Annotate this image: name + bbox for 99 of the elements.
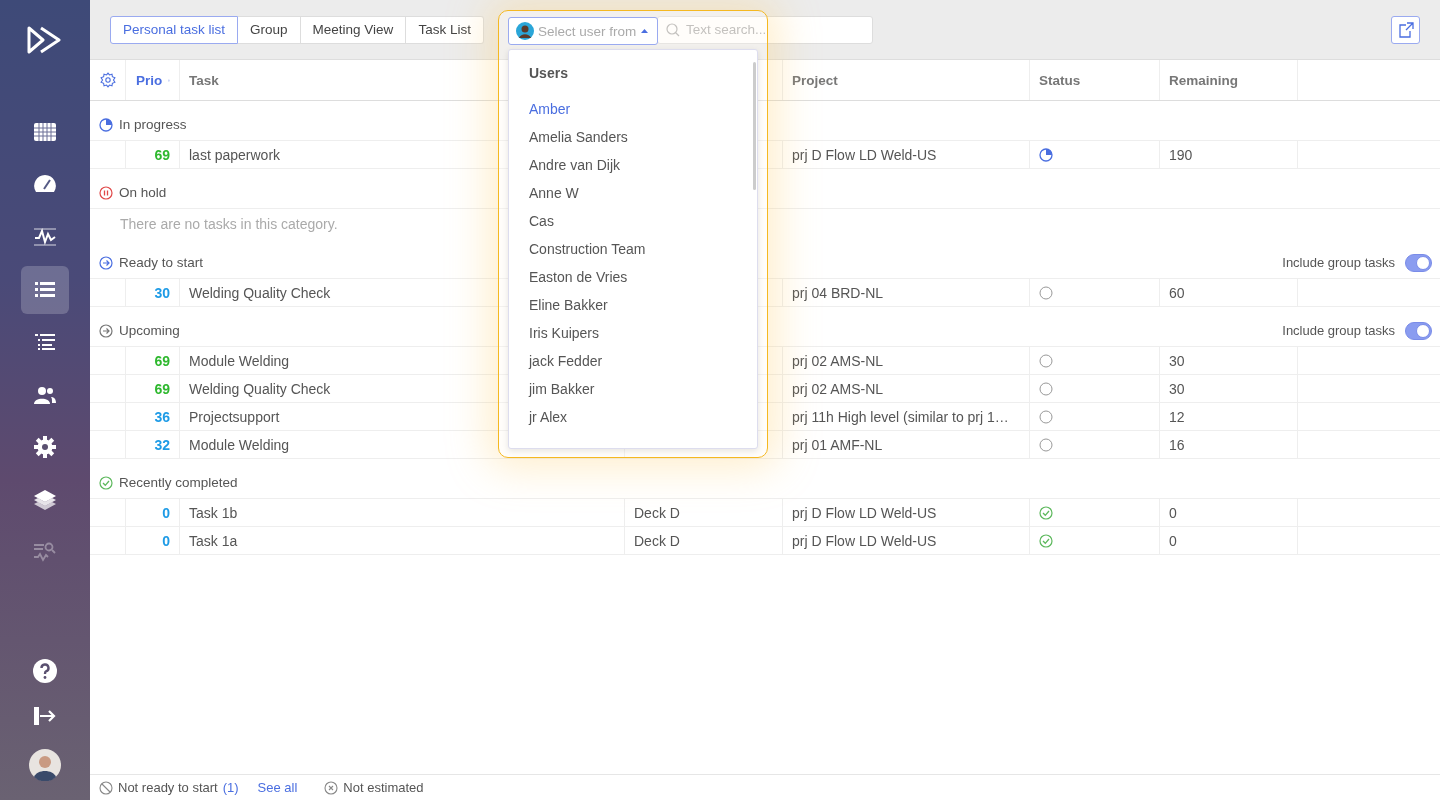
task-name[interactable]: Module Welding	[189, 436, 290, 453]
task-name[interactable]: Projectsupport	[189, 408, 280, 425]
user-option[interactable]: jim Bakker	[529, 375, 595, 403]
priority-value: 32	[154, 436, 170, 453]
user-option[interactable]: Construction Team	[529, 235, 646, 263]
user-option[interactable]: Eline Bakker	[529, 291, 608, 319]
view-tab[interactable]: Meeting View	[300, 15, 407, 44]
layers-icon	[34, 488, 56, 511]
priority-value: 0	[162, 504, 170, 521]
user-option[interactable]: jack Fedder	[529, 347, 603, 375]
task-name[interactable]: last paperwork	[189, 146, 281, 163]
project-name: prj 02 AMS-NL	[792, 352, 884, 369]
check-circle-icon	[99, 475, 113, 490]
project-name: prj 04 BRD-NL	[792, 284, 884, 301]
priority-value: 0	[162, 532, 170, 549]
remaining-value: 190	[1169, 146, 1193, 163]
nav-item[interactable]	[21, 265, 69, 314]
search-pulse-icon	[34, 542, 56, 562]
x-circle-icon	[324, 780, 339, 795]
arrow-circle-icon	[99, 323, 113, 338]
view-tab[interactable]: Personal task list	[110, 15, 239, 44]
column-header[interactable]: Status	[1039, 72, 1081, 88]
fast-forward-logo-icon[interactable]	[27, 26, 63, 54]
task-name[interactable]: Welding Quality Check	[189, 284, 331, 301]
see-all-link[interactable]: See all	[257, 780, 298, 795]
caret-icon	[641, 29, 648, 33]
section-title: On hold	[119, 185, 167, 200]
remaining-value: 12	[1169, 408, 1185, 425]
remaining-value: 30	[1169, 380, 1185, 397]
search-icon	[665, 22, 680, 37]
open-external-icon	[1397, 21, 1414, 38]
dropdown-heading: Users	[529, 65, 569, 81]
priority-value: 36	[154, 408, 170, 425]
user-option[interactable]: Amelia Sanders	[529, 123, 628, 151]
open-external-button[interactable]	[1391, 15, 1420, 44]
gauge-icon	[34, 174, 56, 195]
table-cell: Deck D	[634, 532, 680, 549]
user-option[interactable]: Anne W	[529, 179, 579, 207]
user-option[interactable]: jr Alex	[529, 403, 568, 431]
task-name[interactable]: Module Welding	[189, 352, 290, 369]
grid-icon	[34, 123, 56, 141]
column-header[interactable]: Task	[189, 72, 219, 88]
project-name: prj D Flow LD Weld-US	[792, 146, 937, 163]
avatar	[516, 22, 534, 40]
priority-value: 30	[154, 284, 170, 301]
logout-icon[interactable]	[34, 707, 56, 725]
column-header[interactable]: Prio	[136, 72, 163, 88]
remaining-value: 0	[1169, 532, 1177, 549]
column-header[interactable]: Remaining	[1169, 72, 1238, 88]
pause-icon	[99, 185, 113, 200]
task-name[interactable]: Task 1b	[189, 504, 238, 521]
count: (1)	[222, 780, 239, 795]
remaining-value: 60	[1169, 284, 1185, 301]
settings-icon[interactable]	[99, 72, 116, 88]
user-option[interactable]: Easton de Vries	[529, 263, 628, 291]
settings-icon	[34, 436, 56, 458]
task-name[interactable]: Welding Quality Check	[189, 380, 331, 397]
user-select[interactable]: Select user from	[508, 17, 658, 45]
priority-value: 69	[154, 352, 170, 369]
section-title: Upcoming	[119, 323, 180, 338]
section-title: Recently completed	[119, 475, 238, 490]
arrow-circle-icon	[99, 255, 113, 270]
table-cell: Deck D	[634, 504, 680, 521]
priority-value: 69	[154, 146, 170, 163]
section-title: In progress	[119, 117, 187, 132]
include-group-tasks-toggle[interactable]	[1405, 321, 1432, 340]
progress-pie-icon	[99, 117, 113, 132]
column-header[interactable]: Project	[792, 72, 838, 88]
help-icon[interactable]	[33, 659, 57, 683]
priority-value: 69	[154, 380, 170, 397]
project-name: prj D Flow LD Weld-US	[792, 504, 937, 521]
user-option[interactable]: Iris Kuipers	[529, 319, 600, 347]
toggle-label: Include group tasks	[1282, 323, 1395, 338]
user-option[interactable]: Cas	[529, 207, 554, 235]
section-title: Ready to start	[119, 255, 204, 270]
task-name[interactable]: Task 1a	[189, 532, 238, 549]
avatar[interactable]	[29, 749, 61, 781]
project-name: prj D Flow LD Weld-US	[792, 532, 937, 549]
search-field[interactable]: Text search...	[656, 15, 873, 44]
list-icon	[35, 280, 55, 299]
status-label: Not estimated	[343, 780, 424, 795]
user-option[interactable]: Amber	[529, 95, 571, 123]
user-option[interactable]: Andre van Dijk	[529, 151, 621, 179]
remaining-value: 16	[1169, 436, 1185, 453]
view-tab[interactable]: Task List	[406, 15, 484, 44]
remaining-value: 0	[1169, 504, 1177, 521]
include-group-tasks-toggle[interactable]	[1405, 253, 1432, 272]
remaining-value: 30	[1169, 352, 1185, 369]
users-icon	[34, 385, 56, 404]
blocked-icon	[99, 780, 113, 795]
toggle-label: Include group tasks	[1282, 255, 1395, 270]
project-name: prj 11h High level (similar to prj 1…	[792, 408, 1009, 425]
empty-message: There are no tasks in this category.	[120, 215, 338, 234]
project-name: prj 01 AMF-NL	[792, 436, 883, 453]
status-label: Not ready to start	[118, 780, 218, 795]
project-name: prj 02 AMS-NL	[792, 380, 884, 397]
pulse-icon	[34, 228, 56, 246]
tree-list-icon	[35, 333, 55, 351]
view-tab[interactable]: Group	[238, 15, 301, 44]
